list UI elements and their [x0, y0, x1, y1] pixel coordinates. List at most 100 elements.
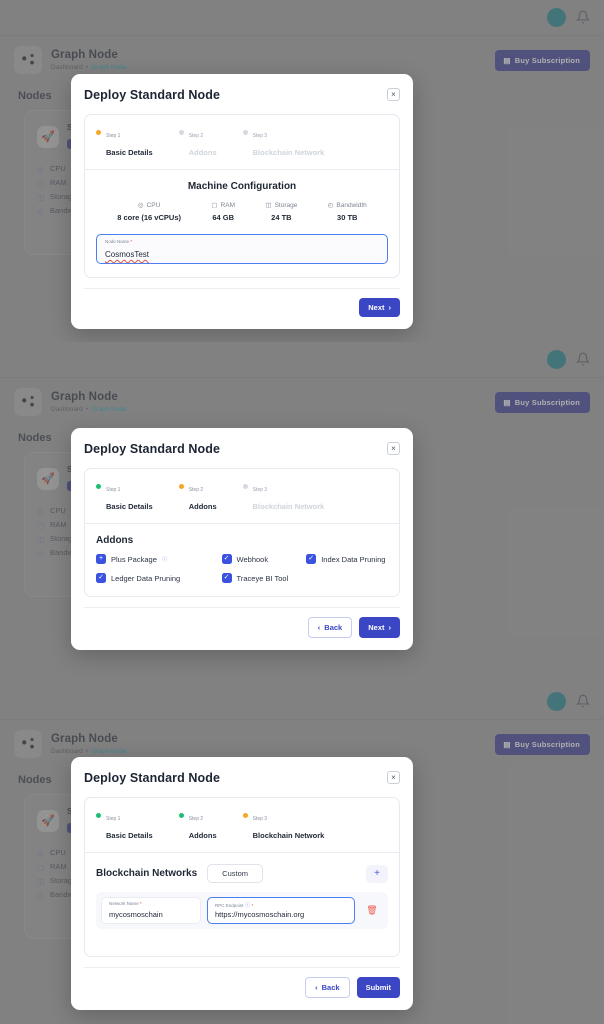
- stepper-container: Step 1 Basic Details Step 2 Addons Step …: [84, 114, 400, 278]
- delete-network-icon[interactable]: 🗑: [361, 905, 383, 916]
- step-label: Basic Details: [106, 502, 153, 511]
- addons-list: + Plus Package ⓘ ✓ Webhook ✓ Index Data …: [96, 554, 388, 583]
- addon-webhook[interactable]: ✓ Webhook: [221, 554, 307, 564]
- cpu-icon: ◎: [137, 202, 144, 209]
- step-indicator-1[interactable]: Step 1 Basic Details: [96, 124, 153, 160]
- spec-bandwidth: ◴ Bandwidth 30 TB: [327, 201, 367, 223]
- modal-footer-step-1: Next ›: [84, 288, 400, 317]
- network-name-label: Network Name *: [109, 901, 142, 906]
- spec-label: CPU: [146, 201, 161, 209]
- step-label: Blockchain Network: [252, 502, 325, 511]
- step-label: Blockchain Network: [252, 831, 325, 840]
- next-button[interactable]: Next ›: [359, 617, 400, 638]
- step-indicator-2[interactable]: Step 2 Addons: [178, 124, 217, 160]
- screen-step-2: Graph Node Dashboard • Graph Node ▤ Buy …: [0, 342, 604, 684]
- step-label: Addons: [188, 831, 217, 840]
- addon-label: Index Data Pruning: [321, 554, 386, 564]
- rpc-endpoint-input[interactable]: https://mycosmoschain.org: [215, 910, 304, 919]
- blockchain-networks-heading: Blockchain Networks: [96, 868, 198, 879]
- addon-label: Webhook: [236, 554, 269, 564]
- deploy-modal-step-2: Deploy Standard Node × Step 1 Basic Deta…: [71, 428, 413, 650]
- step-indicator-1[interactable]: Step 1 Basic Details: [96, 807, 153, 843]
- step-label: Basic Details: [106, 148, 153, 157]
- screen-step-1: Graph Node Dashboard • Graph Node ▤ Buy …: [0, 0, 604, 342]
- step-label: Addons: [188, 502, 217, 511]
- spec-label: Bandwidth: [336, 201, 367, 209]
- submit-button[interactable]: Submit: [356, 977, 400, 998]
- spec-ram: ▢ RAM 64 GB: [211, 201, 235, 223]
- required-marker: *: [251, 903, 254, 908]
- addon-label: Ledger Data Pruning: [111, 573, 181, 583]
- step-dot-icon: [96, 484, 101, 489]
- machine-specs: ◎ CPU 8 core (16 vCPUs) ▢ RAM 64 GB ◫ Stora…: [96, 201, 388, 223]
- close-icon[interactable]: ×: [387, 442, 400, 455]
- network-row: Network Name * mycosmoschain RPC Endpoin…: [96, 892, 388, 929]
- info-icon[interactable]: ⓘ: [162, 555, 168, 563]
- step-2-body: Addons + Plus Package ⓘ ✓ Webhook ✓ Inde…: [85, 524, 399, 596]
- step-dot-icon: [178, 813, 184, 818]
- spec-cpu: ◎ CPU 8 core (16 vCPUs): [117, 201, 181, 223]
- node-name-input[interactable]: CosmosTest: [105, 250, 149, 259]
- close-icon[interactable]: ×: [387, 771, 400, 784]
- step-indicator-2[interactable]: Step 2 Addons: [178, 478, 217, 514]
- checkbox-icon[interactable]: ✓: [306, 554, 317, 564]
- spec-value: 30 TB: [337, 213, 358, 222]
- deploy-modal-step-1: Deploy Standard Node × Step 1 Basic Deta…: [71, 74, 413, 329]
- back-button[interactable]: ‹ Back: [307, 617, 353, 638]
- required-marker: *: [140, 901, 142, 906]
- rpc-endpoint-field[interactable]: RPC Endpoint ⓘ * https://mycosmoschain.o…: [207, 897, 355, 924]
- step-dot-icon: [242, 813, 248, 818]
- step-label: Basic Details: [106, 831, 153, 840]
- step-label: Blockchain Network: [252, 148, 325, 157]
- network-name-input[interactable]: mycosmoschain: [109, 910, 163, 919]
- screen-step-3: Graph Node Dashboard • Graph Node ▤ Buy …: [0, 684, 604, 1024]
- checkbox-icon[interactable]: ✓: [221, 573, 232, 583]
- next-button[interactable]: Next ›: [359, 298, 400, 317]
- spec-value: 8 core (16 vCPUs): [117, 213, 181, 222]
- arrow-right-icon: ›: [388, 623, 392, 632]
- network-type-chip[interactable]: Custom: [207, 864, 263, 883]
- blockchain-networks-header: Blockchain Networks Custom +: [96, 864, 388, 883]
- step-indicator-3[interactable]: Step 3 Blockchain Network: [242, 478, 325, 514]
- addon-index-data-pruning[interactable]: ✓ Index Data Pruning: [306, 554, 388, 564]
- spec-value: 64 GB: [212, 213, 235, 222]
- add-network-button[interactable]: +: [366, 864, 388, 883]
- ram-icon: ▢: [211, 202, 218, 209]
- next-button-label: Next: [368, 303, 385, 312]
- info-icon[interactable]: ⓘ: [245, 903, 251, 909]
- step-dot-icon: [96, 813, 101, 818]
- step-indicator-3[interactable]: Step 3 Blockchain Network: [242, 807, 325, 843]
- spec-label: RAM: [220, 201, 235, 209]
- step-indicator-2[interactable]: Step 2 Addons: [178, 807, 217, 843]
- addon-plus-package[interactable]: + Plus Package ⓘ: [96, 554, 222, 564]
- checkbox-icon[interactable]: +: [96, 554, 106, 564]
- addons-heading: Addons: [96, 535, 134, 546]
- step-indicator-1[interactable]: Step 1 Basic Details: [96, 478, 153, 514]
- checkbox-icon[interactable]: ✓: [96, 573, 106, 583]
- step-number: Step 2: [188, 816, 204, 822]
- bandwidth-icon: ◴: [327, 202, 334, 209]
- addon-label: Plus Package: [111, 554, 157, 564]
- checkbox-icon[interactable]: ✓: [221, 554, 232, 564]
- step-label: Addons: [188, 148, 217, 157]
- modal-footer-step-3: ‹ Back Submit: [84, 967, 400, 998]
- network-name-field[interactable]: Network Name * mycosmoschain: [101, 897, 201, 924]
- addon-traceye-bi-tool[interactable]: ✓ Traceye BI Tool: [221, 573, 307, 583]
- modal-footer-step-2: ‹ Back Next ›: [84, 607, 400, 638]
- stepper: Step 1 Basic Details Step 2 Addons Step …: [85, 798, 399, 853]
- node-name-field[interactable]: Node Name * CosmosTest: [96, 234, 388, 264]
- step-dot-icon: [178, 130, 184, 135]
- back-button-label: Back: [321, 983, 340, 992]
- spec-value: 24 TB: [271, 213, 292, 222]
- next-button-label: Next: [368, 623, 385, 632]
- step-indicator-3[interactable]: Step 3 Blockchain Network: [242, 124, 325, 160]
- addon-ledger-data-pruning[interactable]: ✓ Ledger Data Pruning: [96, 573, 222, 583]
- back-button[interactable]: ‹ Back: [305, 977, 350, 998]
- step-number: Step 2: [188, 487, 204, 493]
- spec-storage: ◫ Storage 24 TB: [265, 201, 297, 223]
- rpc-endpoint-label-text: RPC Endpoint: [215, 903, 244, 908]
- deploy-modal-step-3: Deploy Standard Node × Step 1 Basic Deta…: [71, 757, 413, 1010]
- close-icon[interactable]: ×: [387, 88, 400, 101]
- stepper: Step 1 Basic Details Step 2 Addons Step …: [85, 115, 399, 170]
- storage-icon: ◫: [265, 202, 272, 209]
